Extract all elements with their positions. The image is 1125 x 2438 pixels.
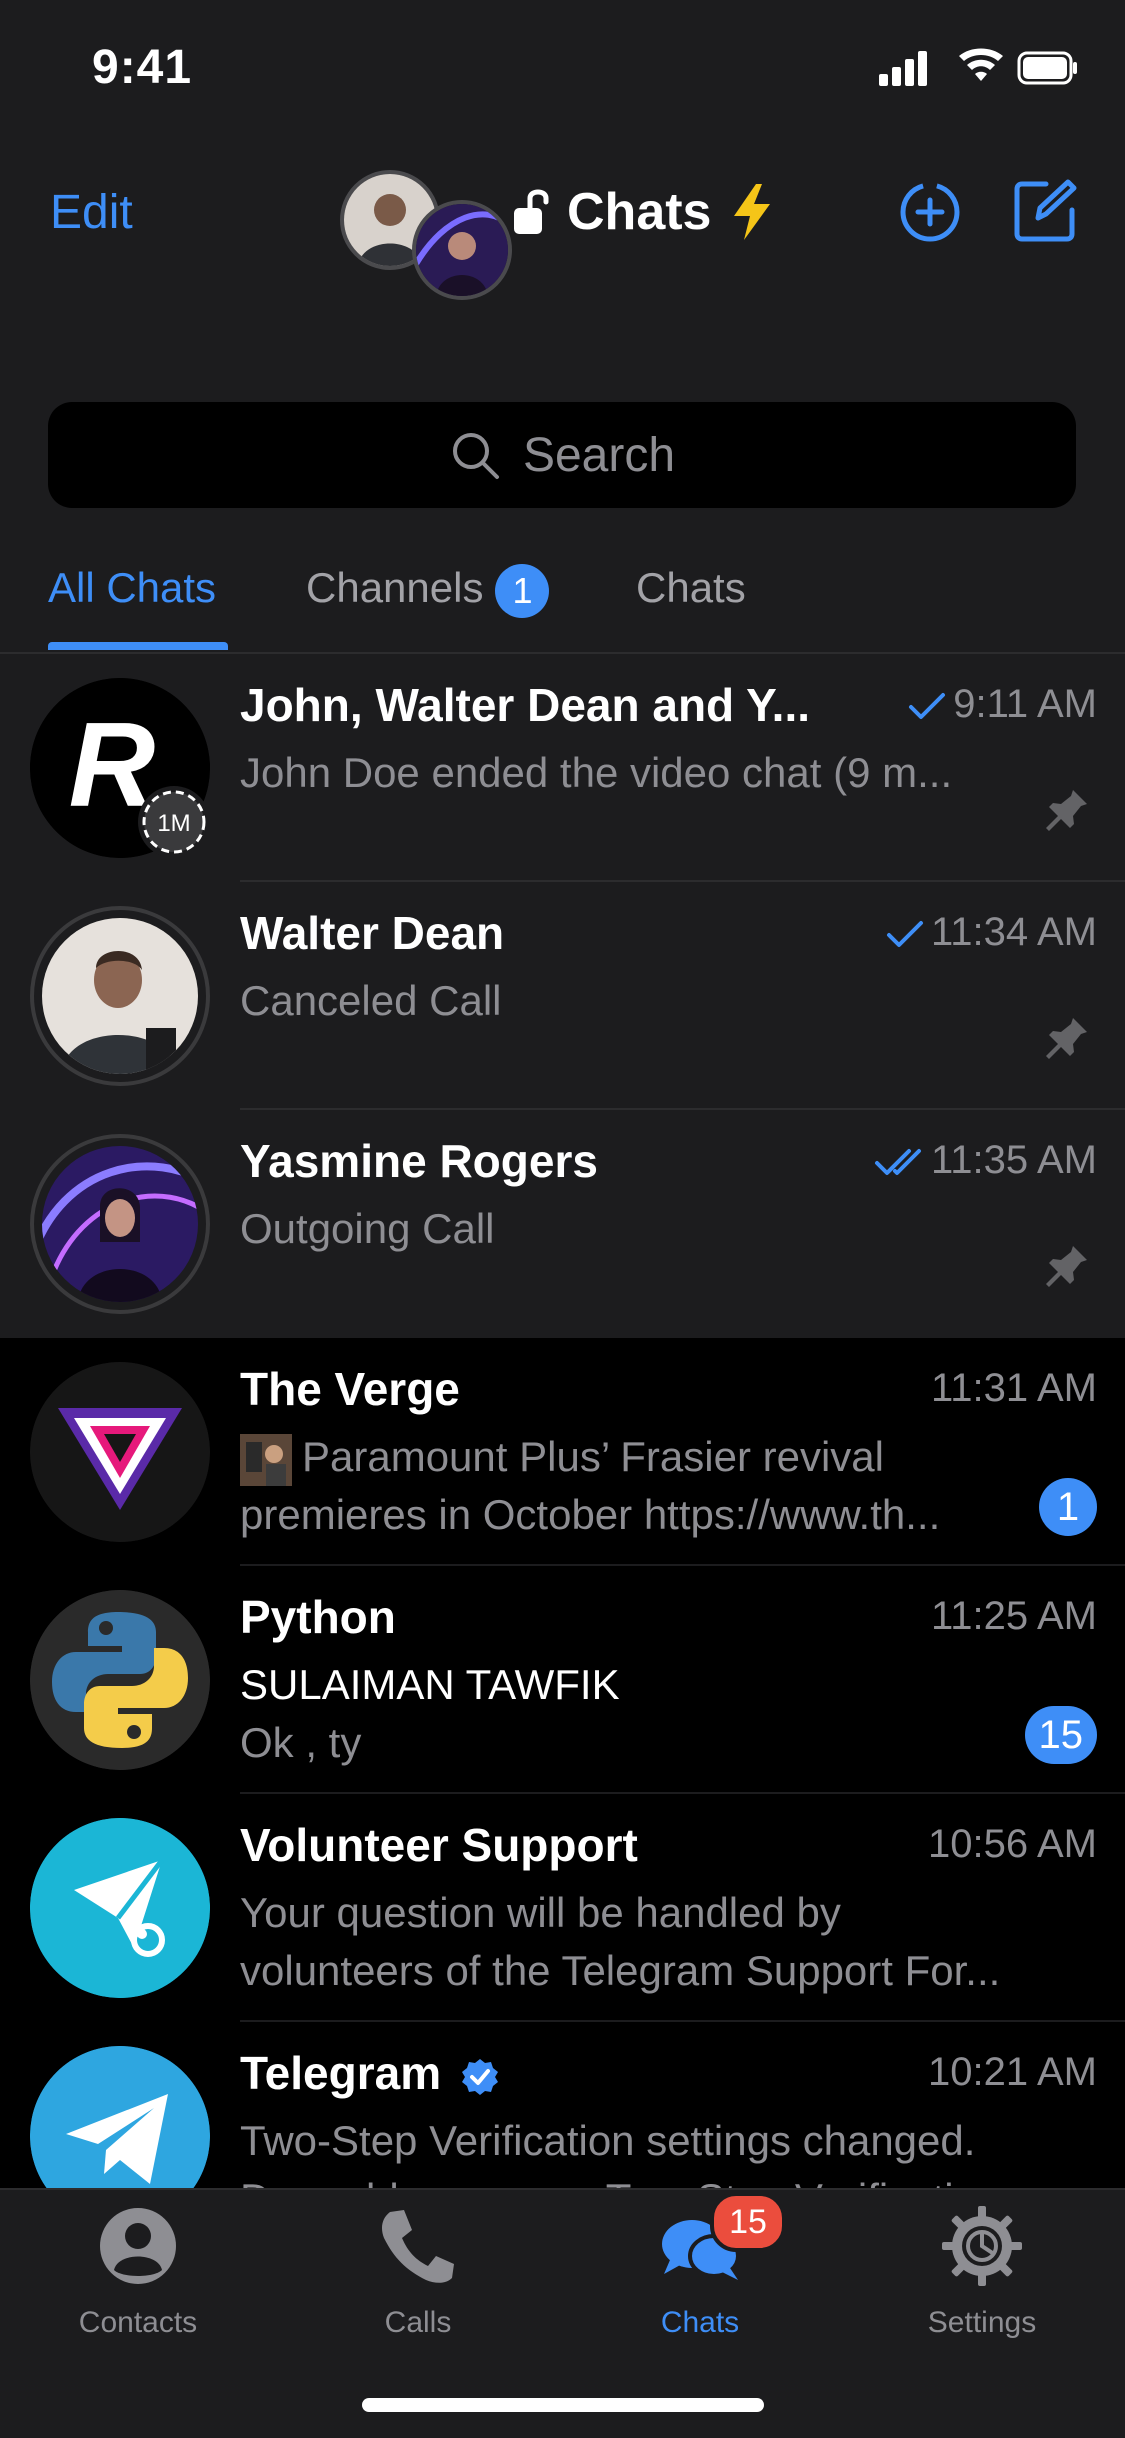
verified-icon: [461, 2058, 498, 2095]
unread-badge: 1: [1039, 1478, 1097, 1536]
new-story-icon[interactable]: [898, 180, 962, 244]
story-avatar-yasmine[interactable]: [412, 200, 512, 300]
pin-icon: [1046, 1246, 1087, 1287]
status-time: 9:41: [92, 41, 193, 94]
avatar: [42, 918, 198, 1074]
tab-chats[interactable]: Chats: [636, 564, 746, 612]
chat-time: 11:35 AM: [873, 1138, 1097, 1183]
status-bar: 9:41: [0, 0, 1125, 140]
verge-logo-icon: [30, 1362, 210, 1542]
message-sender: SULAIMAN TAWFIK: [240, 1661, 620, 1708]
chat-name: Walter Dean: [240, 907, 505, 959]
person-photo-icon: [416, 204, 508, 296]
chat-name: Python: [240, 1591, 396, 1643]
tab-settings[interactable]: Settings: [882, 2204, 1082, 2340]
active-tab-indicator: [48, 642, 228, 650]
folder-tabs: All Chats Channels 1 Chats: [0, 548, 1125, 654]
chat-time: 10:56 AM: [927, 1822, 1097, 1866]
chat-row[interactable]: Walter Dean 11:34 AM Canceled Call: [0, 882, 1125, 1110]
wifi-icon: [959, 48, 1003, 81]
page-title: Chats: [567, 183, 712, 241]
avatar: [30, 1362, 210, 1542]
pin-icon: [1046, 790, 1087, 831]
person-photo-icon: [42, 1146, 198, 1302]
chat-preview: John Doe ended the video chat (9 m...: [240, 749, 953, 796]
pin-icon: [1046, 1018, 1087, 1059]
avatar: [30, 1590, 210, 1770]
status-icons: [879, 48, 1077, 86]
chat-row[interactable]: Yasmine Rogers 11:35 AM Outgoing Call: [0, 1110, 1125, 1338]
sent-check-icon: [886, 921, 923, 948]
stories-avatars[interactable]: [340, 170, 512, 300]
chat-row[interactable]: R 1M John, Walter Dean and Y... 9:11 AM …: [0, 654, 1125, 882]
tab-chats-bar[interactable]: 15 Chats: [600, 2192, 800, 2340]
tab-settings-label: Settings: [927, 2306, 1037, 2339]
edit-button[interactable]: Edit: [50, 185, 133, 240]
person-photo-icon: [42, 918, 198, 1074]
chat-time: 10:21 AM: [927, 2050, 1097, 2094]
avatar: [30, 1818, 210, 1998]
chat-preview: Your question will be handled by volunte…: [240, 1889, 1001, 1994]
chat-row[interactable]: Volunteer Support 10:56 AM Your question…: [0, 1794, 1125, 2022]
chat-preview: SULAIMAN TAWFIK Ok , ty: [240, 1656, 1050, 1772]
person-icon: [100, 2208, 176, 2284]
tab-calls-label: Calls: [384, 2306, 452, 2339]
svg-text:1M: 1M: [157, 810, 190, 837]
chat-name: Volunteer Support: [240, 1819, 638, 1871]
chat-name: Yasmine Rogers: [240, 1135, 598, 1187]
chat-row[interactable]: Python 11:25 AM SULAIMAN TAWFIK Ok , ty …: [0, 1566, 1125, 1794]
search-field[interactable]: Search: [48, 402, 1076, 508]
chat-time: 11:31 AM: [930, 1366, 1097, 1410]
chat-preview: Canceled Call: [240, 977, 502, 1024]
signal-icon: [879, 51, 927, 86]
tab-all-chats[interactable]: All Chats: [48, 564, 216, 612]
chat-name: John, Walter Dean and Y...: [240, 679, 811, 731]
gear-icon: [942, 2206, 1022, 2286]
lightning-icon[interactable]: [728, 182, 776, 242]
tab-calls[interactable]: Calls: [318, 2204, 518, 2340]
home-indicator[interactable]: [362, 2398, 764, 2412]
media-thumbnail-icon: [240, 1433, 292, 1486]
phone-icon: [382, 2210, 454, 2283]
members-count-icon: 1M: [138, 786, 210, 858]
battery-icon: [1017, 51, 1077, 85]
search-placeholder: Search: [522, 428, 676, 482]
python-logo-icon: [30, 1590, 210, 1770]
sent-check-icon: [909, 693, 946, 720]
support-wrench-icon: [30, 1818, 210, 1998]
unlock-icon[interactable]: [512, 186, 552, 238]
avatar: [42, 1146, 198, 1302]
chat-time: 11:25 AM: [930, 1594, 1097, 1638]
nav-bar: Edit Chats: [0, 160, 1125, 300]
unread-badge: 15: [1024, 1706, 1097, 1764]
tab-chats-bar-label: Chats: [660, 2306, 740, 2339]
tab-channels-badge: 1: [495, 564, 550, 618]
chat-name: The Verge: [240, 1363, 460, 1415]
chat-row[interactable]: The Verge 11:31 AM Paramount Plus’ Frasi…: [0, 1338, 1125, 1566]
chat-preview: Outgoing Call: [240, 1205, 495, 1252]
search-icon: [452, 433, 499, 479]
chat-time: 9:11 AM: [907, 682, 1097, 727]
chat-preview: Paramount Plus’ Frasier revival premiere…: [240, 1433, 941, 1538]
tab-contacts[interactable]: Contacts: [38, 2204, 238, 2340]
tab-channels-label: Channels: [306, 564, 484, 612]
tab-channels[interactable]: Channels 1: [306, 564, 550, 618]
compose-icon[interactable]: [1012, 178, 1078, 244]
chats-unread-badge: 15: [710, 2192, 786, 2252]
chat-name: Telegram: [240, 2046, 500, 2100]
chat-time: 11:34 AM: [885, 910, 1097, 955]
read-check-icon: [874, 1149, 921, 1176]
tab-contacts-label: Contacts: [78, 2306, 198, 2339]
